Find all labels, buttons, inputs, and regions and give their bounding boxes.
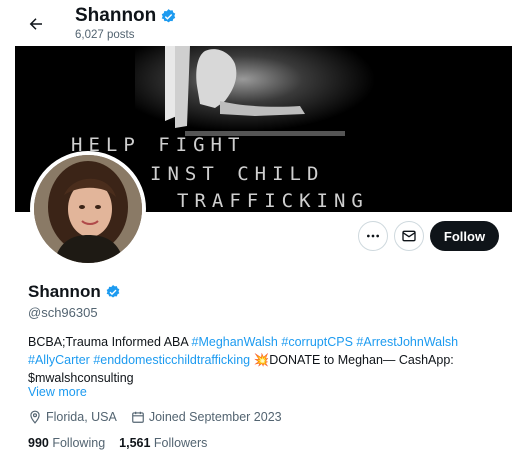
followers-label: Followers [153, 436, 208, 450]
avatar-photo [34, 155, 142, 263]
header-name: Shannon [75, 5, 157, 26]
hashtag-link[interactable]: #AllyCarter [28, 353, 90, 367]
profile-bio: BCBA;Trauma Informed ABA #MeghanWalsh #c… [28, 333, 498, 387]
profile-meta: Florida, USA Joined September 2023 [28, 410, 292, 424]
following-link[interactable]: 990 Following [28, 436, 105, 450]
avatar[interactable] [30, 151, 146, 267]
calendar-icon [132, 411, 144, 423]
profile-name: Shannon [28, 282, 121, 302]
follow-button[interactable]: Follow [430, 221, 499, 251]
hashtag-link[interactable]: #corruptCPS [281, 335, 353, 349]
message-button[interactable] [394, 221, 424, 251]
hashtag-link[interactable]: #MeghanWalsh [192, 335, 278, 349]
profile-handle: @sch96305 [28, 305, 98, 320]
followers-count: 1,561 [119, 436, 151, 450]
collision-emoji: 💥 [253, 353, 270, 367]
verified-badge-icon[interactable] [105, 284, 121, 300]
followers-link[interactable]: 1,561 Followers [119, 436, 207, 450]
following-label: Following [52, 436, 106, 450]
location-item: Florida, USA [28, 410, 117, 424]
back-arrow-icon [29, 18, 42, 30]
banner-line-2: INST CHILD [150, 163, 325, 185]
bio-text: BCBA;Trauma Informed ABA [28, 335, 192, 349]
more-icon [367, 234, 379, 238]
header-title: Shannon [75, 5, 177, 27]
joined-text: Joined September 2023 [148, 410, 282, 424]
profile-name-text: Shannon [28, 282, 101, 301]
location-text: Florida, USA [46, 410, 117, 424]
hashtag-link[interactable]: #ArrestJohnWalsh [356, 335, 458, 349]
top-bar: Shannon 6,027 posts [0, 0, 520, 46]
verified-badge-icon [162, 8, 176, 22]
banner-line-3: TRAFFICKING [177, 190, 369, 212]
follow-counts: 990 Following 1,561 Followers [28, 436, 207, 450]
view-more-link[interactable]: View more [28, 385, 87, 399]
post-count: 6,027 posts [75, 29, 135, 41]
more-button[interactable] [358, 221, 388, 251]
message-icon [402, 230, 416, 242]
back-button[interactable] [22, 10, 50, 38]
hashtag-link[interactable]: #enddomesticchildtrafficking [93, 353, 250, 367]
joined-item: Joined September 2023 [131, 410, 282, 424]
location-icon [30, 410, 40, 424]
following-count: 990 [28, 436, 49, 450]
